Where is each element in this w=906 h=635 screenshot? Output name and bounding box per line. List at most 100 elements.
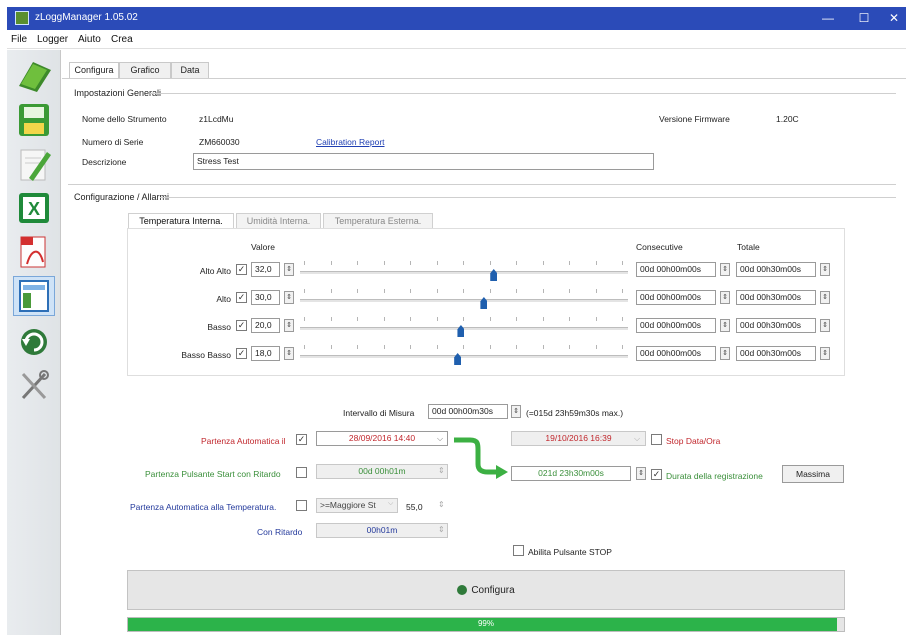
temp-start-label: Partenza Automatica alla Temperatura. (130, 502, 277, 512)
alarm-row-consecutive-spinner[interactable]: ⇕ (720, 347, 730, 360)
save-icon[interactable] (13, 100, 55, 140)
excel-export-icon[interactable]: X (13, 188, 55, 228)
slider-tick (357, 261, 358, 265)
alarm-row-checkbox[interactable]: ✓ (236, 264, 247, 275)
alarm-row-slider[interactable] (300, 355, 628, 358)
duration-spinner[interactable]: ⇕ (636, 467, 646, 480)
menu-aiuto[interactable]: Aiuto (78, 34, 101, 45)
instrument-name-label: Nome dello Strumento (82, 114, 167, 124)
section-general-title: Impostazioni Generali (74, 88, 162, 98)
progress-bar: 99% (127, 617, 845, 632)
open-icon[interactable] (13, 56, 55, 96)
start-button-checkbox[interactable] (296, 467, 307, 478)
menu-logger[interactable]: Logger (37, 34, 68, 45)
alarm-row-consecutive[interactable]: 00d 00h00m00s (636, 290, 716, 305)
alarm-row-value-spinner[interactable]: ⇕ (284, 319, 294, 332)
tools-icon[interactable] (13, 366, 55, 406)
alarm-row-consecutive[interactable]: 00d 00h00m00s (636, 262, 716, 277)
slider-tick (410, 317, 411, 321)
start-button-spinner[interactable]: ⇕ (438, 466, 445, 475)
stop-dropdown-icon[interactable]: ⌵ (634, 434, 640, 444)
temp-condition-select[interactable]: >=Maggiore St (316, 498, 398, 513)
duration-checkbox[interactable]: ✓ (651, 469, 662, 480)
close-button[interactable]: ✕ (882, 7, 906, 30)
temp-condition-dropdown-icon[interactable]: ⌵ (388, 500, 393, 508)
alarm-row-consecutive-spinner[interactable]: ⇕ (720, 291, 730, 304)
delay-spinner[interactable]: ⇕ (438, 525, 445, 534)
edit-notes-icon[interactable] (13, 144, 55, 184)
section-alarms-line (160, 197, 896, 198)
slider-tick (330, 317, 332, 321)
temp-start-checkbox[interactable] (296, 500, 307, 511)
stop-date-label: Stop Data/Ora (666, 436, 721, 446)
layout-icon[interactable] (13, 276, 55, 316)
alarm-row-total[interactable]: 00d 00h30m00s (736, 290, 816, 305)
menu-crea[interactable]: Crea (111, 34, 133, 45)
duration-label: Durata della registrazione (666, 471, 763, 481)
slider-tick (595, 345, 597, 349)
alarm-row-total-spinner[interactable]: ⇕ (820, 263, 830, 276)
total-column-header: Totale (737, 242, 760, 252)
interval-input[interactable]: 00d 00h00m30s (428, 404, 508, 419)
alarm-row-consecutive-spinner[interactable]: ⇕ (720, 319, 730, 332)
tab-internal-temperature[interactable]: Temperatura Interna. (128, 213, 234, 229)
alarm-row-value[interactable]: 32,0 (251, 262, 280, 277)
slider-tick (436, 261, 438, 265)
calibration-report-link[interactable]: Calibration Report (316, 137, 385, 147)
alarm-row-checkbox[interactable]: ✓ (236, 292, 247, 303)
alarm-row-slider[interactable] (300, 299, 628, 302)
auto-start-datetime[interactable]: 28/09/2016 14:40 (316, 431, 448, 446)
alarm-row-checkbox[interactable]: ✓ (236, 348, 247, 359)
tab-external-temperature[interactable]: Temperatura Esterna. (323, 213, 433, 229)
alarm-row-slider[interactable] (300, 271, 628, 274)
slider-tick (304, 289, 305, 293)
alarm-row-total-spinner[interactable]: ⇕ (820, 347, 830, 360)
tab-data[interactable]: Data (171, 62, 209, 78)
slider-tick (410, 289, 411, 293)
auto-start-dropdown-icon[interactable]: ⌵ (437, 434, 443, 444)
alarm-row-checkbox[interactable]: ✓ (236, 320, 247, 331)
alarm-row-consecutive-spinner[interactable]: ⇕ (720, 263, 730, 276)
alarm-row-value[interactable]: 20,0 (251, 318, 280, 333)
duration-input[interactable]: 021d 23h30m00s (511, 466, 631, 481)
temp-value-spinner[interactable]: ⇕ (438, 500, 445, 509)
configure-button[interactable]: Configura (127, 570, 845, 610)
alarm-row-consecutive[interactable]: 00d 00h00m00s (636, 346, 716, 361)
delay-input[interactable]: 00h01m (316, 523, 448, 538)
alarm-row-total[interactable]: 00d 00h30m00s (736, 262, 816, 277)
slider-tick (516, 261, 517, 265)
tab-internal-humidity[interactable]: Umidità Interna. (236, 213, 321, 229)
alarm-row-value[interactable]: 30,0 (251, 290, 280, 305)
interval-spinner[interactable]: ⇕ (511, 405, 521, 418)
slider-tick (516, 289, 517, 293)
alarm-row-total[interactable]: 00d 00h30m00s (736, 318, 816, 333)
maximize-button[interactable]: ☐ (846, 7, 882, 30)
alarm-row-value-spinner[interactable]: ⇕ (284, 347, 294, 360)
slider-tick (436, 317, 438, 321)
alarm-row-value[interactable]: 18,0 (251, 346, 280, 361)
stop-button-checkbox[interactable] (513, 545, 524, 556)
stop-date-checkbox[interactable] (651, 434, 662, 445)
minimize-button[interactable]: — (810, 7, 846, 30)
alarm-row-total-spinner[interactable]: ⇕ (820, 319, 830, 332)
max-duration-button[interactable]: Massima (782, 465, 844, 483)
tab-configura[interactable]: Configura (69, 62, 119, 79)
slider-tick (383, 261, 385, 265)
auto-start-checkbox[interactable]: ✓ (296, 434, 307, 445)
stop-datetime[interactable]: 19/10/2016 16:39 (511, 431, 646, 446)
slider-tick (569, 289, 570, 293)
refresh-icon[interactable] (13, 322, 55, 362)
alarm-row-consecutive[interactable]: 00d 00h00m00s (636, 318, 716, 333)
slider-tick (595, 289, 597, 293)
menu-file[interactable]: File (11, 34, 27, 45)
start-button-delay[interactable]: 00d 00h01m (316, 464, 448, 479)
tab-grafico[interactable]: Grafico (119, 62, 171, 78)
description-input[interactable]: Stress Test (193, 153, 654, 170)
alarm-row-total-spinner[interactable]: ⇕ (820, 291, 830, 304)
alarm-row-value-spinner[interactable]: ⇕ (284, 263, 294, 276)
description-label: Descrizione (82, 157, 127, 167)
temp-value[interactable]: 55,0 (406, 502, 423, 512)
alarm-row-total[interactable]: 00d 00h30m00s (736, 346, 816, 361)
pdf-export-icon[interactable] (13, 232, 55, 272)
alarm-row-value-spinner[interactable]: ⇕ (284, 291, 294, 304)
